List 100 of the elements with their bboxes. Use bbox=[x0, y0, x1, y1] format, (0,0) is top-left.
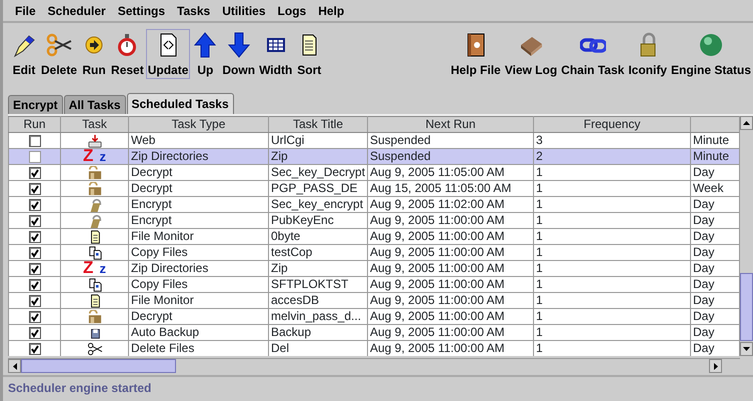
table-cell: Zip Directories bbox=[128, 260, 268, 276]
checkbox[interactable] bbox=[28, 182, 40, 195]
table-cell: Auto Backup bbox=[128, 324, 268, 340]
toolbar-button[interactable]: Chain Task bbox=[559, 29, 626, 79]
menu-item[interactable]: Utilities bbox=[216, 0, 272, 20]
table-cell: 1 bbox=[534, 164, 690, 180]
table-cell: 1 bbox=[534, 324, 690, 340]
scroll-right-button[interactable] bbox=[709, 359, 722, 373]
zip-letter: Z bbox=[83, 150, 94, 164]
table-cell: Del bbox=[268, 340, 368, 356]
table-cell: Aug 9, 2005 11:02:00 AM bbox=[368, 196, 534, 212]
table-cell: Copy Files bbox=[128, 276, 268, 292]
zip-letter: z bbox=[99, 150, 106, 164]
checkbox[interactable] bbox=[28, 246, 40, 259]
down-arrow-icon bbox=[226, 32, 252, 58]
table-cell: melvin_pass_d... bbox=[268, 308, 368, 324]
checkbox[interactable] bbox=[28, 342, 40, 355]
table-cell: accesDB bbox=[268, 292, 368, 308]
toolbar-button[interactable]: Up bbox=[190, 29, 220, 79]
checkbox[interactable] bbox=[28, 230, 40, 243]
table-cell: testCop bbox=[268, 244, 368, 260]
toolbar-button[interactable]: Sort bbox=[294, 29, 324, 79]
table-cell: Minute bbox=[690, 148, 739, 164]
menu-item[interactable]: File bbox=[9, 0, 42, 20]
table-cell: Day bbox=[690, 260, 739, 276]
table-cell: PubKeyEnc bbox=[268, 212, 368, 228]
table-cell: Aug 9, 2005 11:00:00 AM bbox=[368, 308, 534, 324]
checkbox[interactable] bbox=[28, 310, 40, 323]
table-cell: Day bbox=[690, 276, 739, 292]
toolbar-button[interactable]: Engine Status bbox=[668, 29, 753, 79]
checkbox[interactable] bbox=[28, 134, 40, 147]
table-cell: Backup bbox=[268, 324, 368, 340]
column-header[interactable]: Task Title bbox=[268, 116, 368, 132]
table-cell: Decrypt bbox=[128, 164, 268, 180]
table-cell: 1 bbox=[534, 260, 690, 276]
table-cell: 1 bbox=[534, 180, 690, 196]
toolbar-button[interactable]: Reset bbox=[109, 29, 146, 79]
table-cell: Zip bbox=[268, 148, 368, 164]
table-cell: Zip Directories bbox=[128, 148, 268, 164]
menu-item[interactable]: Logs bbox=[272, 0, 312, 20]
table-cell: Day bbox=[690, 244, 739, 260]
toolbar-button[interactable]: Help File bbox=[448, 29, 503, 79]
table-cell: Aug 9, 2005 11:00:00 AM bbox=[368, 212, 534, 228]
menu-item[interactable]: Settings bbox=[112, 0, 172, 20]
toolbar-button[interactable]: Update bbox=[146, 29, 190, 79]
table-cell: 1 bbox=[534, 228, 690, 244]
scrollbar-thumb[interactable] bbox=[21, 359, 176, 373]
zip-letter: z bbox=[99, 262, 106, 276]
toolbar-button[interactable]: Width bbox=[257, 29, 294, 79]
checkbox[interactable] bbox=[28, 326, 40, 339]
checkbox[interactable] bbox=[28, 198, 40, 211]
toolbar-button[interactable]: Run bbox=[79, 29, 110, 79]
toolbar-button[interactable]: Delete bbox=[39, 29, 80, 79]
menu-item[interactable]: Scheduler bbox=[42, 0, 112, 20]
checkbox[interactable] bbox=[28, 294, 40, 307]
toolbar-button[interactable]: View Log bbox=[502, 29, 560, 79]
status-message: Scheduler engine started bbox=[3, 375, 753, 395]
table-cell: Aug 9, 2005 11:00:00 AM bbox=[368, 276, 534, 292]
column-header[interactable]: Task bbox=[60, 116, 128, 132]
table-cell: Aug 9, 2005 11:00:00 AM bbox=[368, 292, 534, 308]
column-header[interactable]: Run bbox=[8, 116, 60, 132]
scroll-left-button[interactable] bbox=[8, 359, 21, 373]
table-cell: Day bbox=[690, 340, 739, 356]
menu-item[interactable]: Help bbox=[312, 0, 350, 20]
scrollbar-thumb[interactable] bbox=[740, 273, 753, 341]
table-cell: Suspended bbox=[368, 132, 534, 148]
checkbox[interactable] bbox=[28, 278, 40, 291]
table-cell: Sec_key_encrypt bbox=[268, 196, 368, 212]
table-cell: Aug 9, 2005 11:00:00 AM bbox=[368, 244, 534, 260]
column-header[interactable]: Frequency bbox=[534, 116, 690, 132]
table-cell: 1 bbox=[534, 212, 690, 228]
checkbox[interactable] bbox=[28, 150, 40, 163]
tab[interactable]: Encrypt bbox=[8, 95, 63, 114]
column-header[interactable]: Next Run bbox=[368, 116, 534, 132]
table-cell: Week bbox=[690, 180, 739, 196]
menu-item[interactable]: Tasks bbox=[171, 0, 216, 20]
table-cell: Sec_key_Decrypt bbox=[268, 164, 368, 180]
scroll-up-button[interactable] bbox=[740, 116, 753, 130]
tab[interactable]: Scheduled Tasks bbox=[126, 93, 234, 114]
checkbox[interactable] bbox=[28, 262, 40, 275]
checkbox[interactable] bbox=[28, 166, 40, 179]
zip-letter: Z bbox=[83, 262, 94, 276]
table-cell: PGP_PASS_DE bbox=[268, 180, 368, 196]
tab[interactable]: All Tasks bbox=[64, 95, 126, 114]
table-cell: Aug 9, 2005 11:00:00 AM bbox=[368, 228, 534, 244]
toolbar-button[interactable]: Edit bbox=[9, 29, 39, 79]
checkbox[interactable] bbox=[28, 214, 40, 227]
table-cell: File Monitor bbox=[128, 292, 268, 308]
scroll-down-button[interactable] bbox=[740, 342, 753, 356]
column-header[interactable]: Task Type bbox=[128, 116, 268, 132]
table-cell: 0byte bbox=[268, 228, 368, 244]
table-cell: Web bbox=[128, 132, 268, 148]
table-cell: Decrypt bbox=[128, 180, 268, 196]
scroll-right-arrow-icon bbox=[714, 362, 718, 370]
table-cell: File Monitor bbox=[128, 228, 268, 244]
toolbar-button[interactable]: Iconify bbox=[626, 29, 669, 79]
scissors-icon bbox=[46, 32, 72, 58]
toolbar-button[interactable]: Down bbox=[220, 29, 258, 79]
table-cell: 3 bbox=[534, 132, 690, 148]
table-cell: Zip bbox=[268, 260, 368, 276]
